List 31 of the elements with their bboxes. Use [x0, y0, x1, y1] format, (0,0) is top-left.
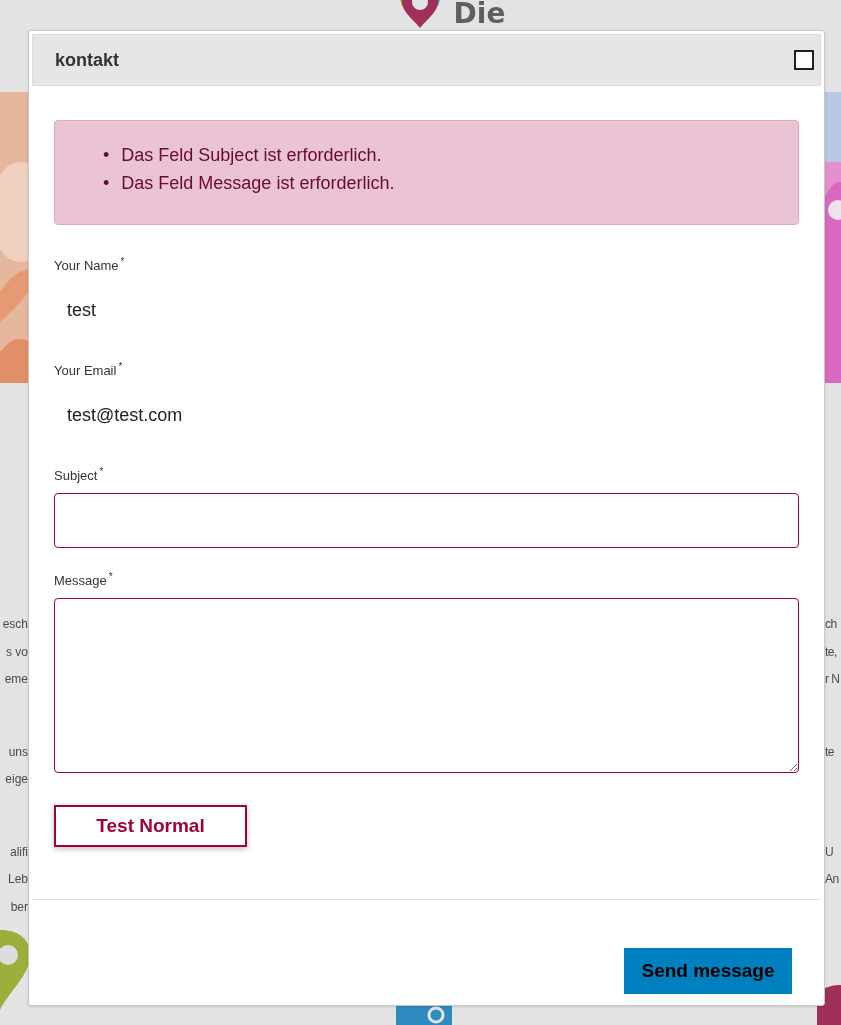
background-text: ch: [825, 616, 837, 633]
background-text: Leb: [7, 871, 28, 888]
input-field[interactable]: test@test.com: [54, 388, 799, 443]
field-label: Subject$^{*}$: [54, 468, 104, 484]
background-text: alifi: [10, 843, 28, 861]
background-text: te,: [825, 643, 837, 661]
input-field[interactable]: test: [54, 283, 799, 338]
field-label: Your Name$^{*}$: [54, 258, 125, 274]
background-text: An: [825, 871, 839, 888]
error-message: Das Feld Message ist erforderlich.: [121, 172, 395, 195]
test-normal-button[interactable]: Test Normal: [54, 805, 247, 847]
background-text: eige: [5, 771, 28, 788]
background-text: r N: [825, 671, 840, 688]
background-text: uns: [8, 743, 28, 761]
field-label: Your Email$^{*}$: [54, 363, 123, 379]
logo-text: Die: [453, 0, 506, 28]
background-text: esch: [2, 616, 28, 633]
send-message-button[interactable]: Send message: [624, 948, 792, 994]
input-field[interactable]: [54, 493, 799, 548]
message-field[interactable]: [54, 598, 799, 773]
maximize-button[interactable]: [794, 50, 814, 70]
background-text: eme: [4, 671, 28, 688]
background-text: ber: [10, 898, 28, 916]
error-message: Das Feld Subject ist erforderlich.: [121, 144, 382, 167]
bullet: •: [103, 172, 110, 195]
background-text: U: [825, 843, 834, 861]
background-text: s vo: [6, 643, 28, 661]
background-text: te: [825, 743, 834, 761]
field-label: Message$^{*}$: [54, 573, 113, 589]
dialog-title: kontakt: [55, 48, 119, 72]
bullet: •: [103, 144, 110, 167]
